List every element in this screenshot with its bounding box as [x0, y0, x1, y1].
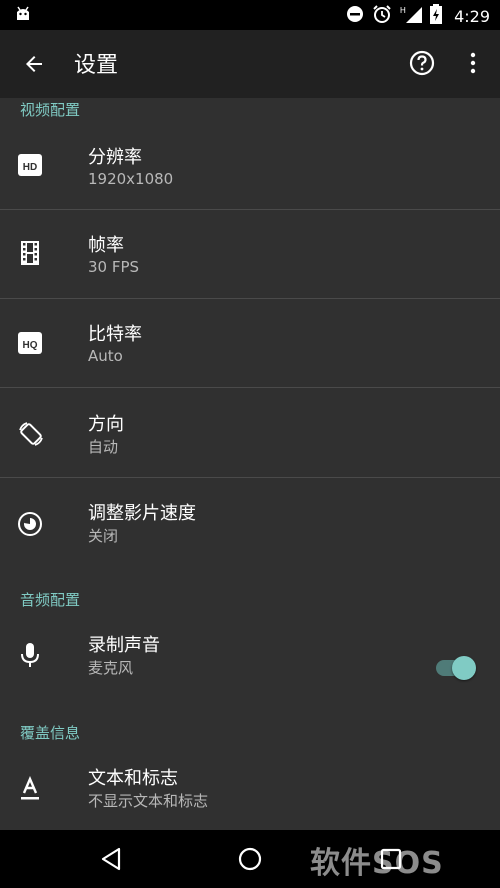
setting-value: 自动: [88, 438, 119, 456]
back-arrow-icon[interactable]: [22, 52, 46, 76]
text-format-icon: [17, 775, 43, 802]
nav-back-icon[interactable]: [98, 846, 124, 872]
setting-title: 文本和标志: [88, 768, 178, 789]
status-bar: H 4:29: [0, 0, 500, 30]
setting-orientation[interactable]: 方向 自动: [0, 388, 500, 476]
alarm-icon: [372, 4, 392, 28]
signal-label: H: [400, 6, 406, 15]
setting-frame-rate[interactable]: 帧率 30 FPS: [0, 210, 500, 298]
app-bar: 设置: [0, 30, 500, 98]
setting-title: 帧率: [88, 235, 124, 256]
page-title: 设置: [74, 53, 119, 78]
setting-value: 不显示文本和标志: [88, 792, 209, 810]
setting-bitrate[interactable]: HQ 比特率 Auto: [0, 299, 500, 387]
hd-icon: HD: [17, 152, 43, 178]
setting-record-audio[interactable]: 录制声音 麦克风: [0, 610, 500, 698]
nav-home-icon[interactable]: [237, 846, 263, 872]
setting-value: 麦克风: [88, 659, 134, 677]
record-audio-toggle[interactable]: [436, 656, 478, 680]
microphone-icon: [19, 642, 45, 668]
setting-video-speed[interactable]: 调整影片速度 关闭: [0, 478, 500, 566]
more-options-icon[interactable]: [466, 50, 480, 76]
do-not-disturb-icon: [346, 5, 364, 27]
android-icon: [14, 6, 32, 26]
status-time: 4:29: [454, 6, 490, 26]
watermark: 软件SOS: [310, 846, 444, 881]
svg-text:HD: HD: [23, 162, 37, 173]
setting-value: 30 FPS: [88, 258, 140, 276]
screen-rotation-icon: [17, 420, 43, 446]
hq-icon: HQ: [17, 330, 43, 356]
section-header-video: 视频配置: [20, 101, 81, 119]
svg-text:HQ: HQ: [23, 340, 38, 351]
speed-icon: [17, 511, 43, 537]
section-header-audio: 音频配置: [20, 591, 81, 609]
setting-title: 录制声音: [88, 635, 160, 656]
setting-title: 比特率: [88, 324, 142, 345]
film-icon: [17, 240, 43, 266]
battery-icon: [430, 4, 443, 28]
setting-resolution[interactable]: HD 分辨率 1920x1080: [0, 120, 500, 208]
setting-text-and-logo[interactable]: 文本和标志 不显示文本和标志: [0, 743, 500, 830]
settings-list: 视频配置 HD 分辨率 1920x1080 帧率 30 FPS HQ 比特率 A…: [0, 98, 500, 830]
setting-value: 1920x1080: [88, 170, 174, 188]
signal-icon: H: [400, 5, 423, 27]
toggle-knob: [452, 656, 476, 680]
section-header-overlay: 覆盖信息: [20, 724, 81, 742]
help-icon[interactable]: [409, 50, 435, 76]
setting-title: 分辨率: [88, 147, 142, 168]
setting-value: Auto: [88, 347, 123, 365]
setting-value: 关闭: [88, 527, 119, 545]
setting-title: 方向: [88, 414, 124, 435]
setting-title: 调整影片速度: [88, 503, 196, 524]
